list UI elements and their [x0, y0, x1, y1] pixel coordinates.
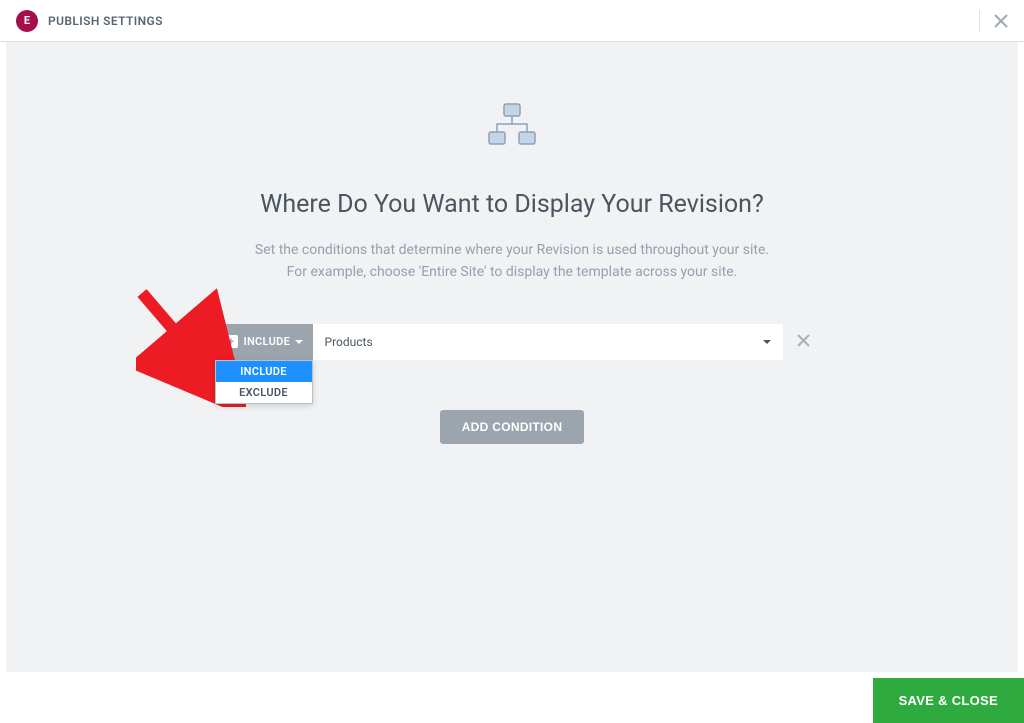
remove-condition-button[interactable]: [797, 331, 810, 352]
include-exclude-dropdown-panel: INCLUDE EXCLUDE: [215, 360, 313, 404]
close-icon: [994, 14, 1008, 28]
page-subtext: Set the conditions that determine where …: [255, 239, 769, 284]
plus-icon: +: [225, 335, 238, 348]
modal-header: E PUBLISH SETTINGS: [0, 0, 1024, 42]
dropdown-option-include[interactable]: INCLUDE: [216, 361, 312, 382]
page-heading: Where Do You Want to Display Your Revisi…: [260, 190, 764, 219]
include-label: INCLUDE: [244, 335, 291, 348]
modal-title: PUBLISH SETTINGS: [48, 14, 163, 28]
location-select[interactable]: Products: [313, 324, 783, 360]
sitemap-icon: [485, 102, 539, 150]
modal-footer: SAVE & CLOSE: [873, 678, 1024, 723]
add-condition-button[interactable]: ADD CONDITION: [440, 410, 585, 444]
close-button[interactable]: [979, 10, 1008, 32]
location-value: Products: [325, 335, 373, 349]
chevron-down-icon: [763, 340, 771, 344]
save-close-button[interactable]: SAVE & CLOSE: [873, 678, 1024, 723]
condition-row: + INCLUDE Products INCLUDE EXCLUDE: [215, 324, 810, 360]
close-icon: [797, 334, 810, 347]
chevron-down-icon: [295, 340, 303, 344]
elementor-logo-icon: E: [16, 10, 38, 32]
dropdown-option-exclude[interactable]: EXCLUDE: [216, 382, 312, 403]
main-content: Where Do You Want to Display Your Revisi…: [6, 42, 1018, 672]
include-exclude-dropdown[interactable]: + INCLUDE: [215, 324, 313, 360]
